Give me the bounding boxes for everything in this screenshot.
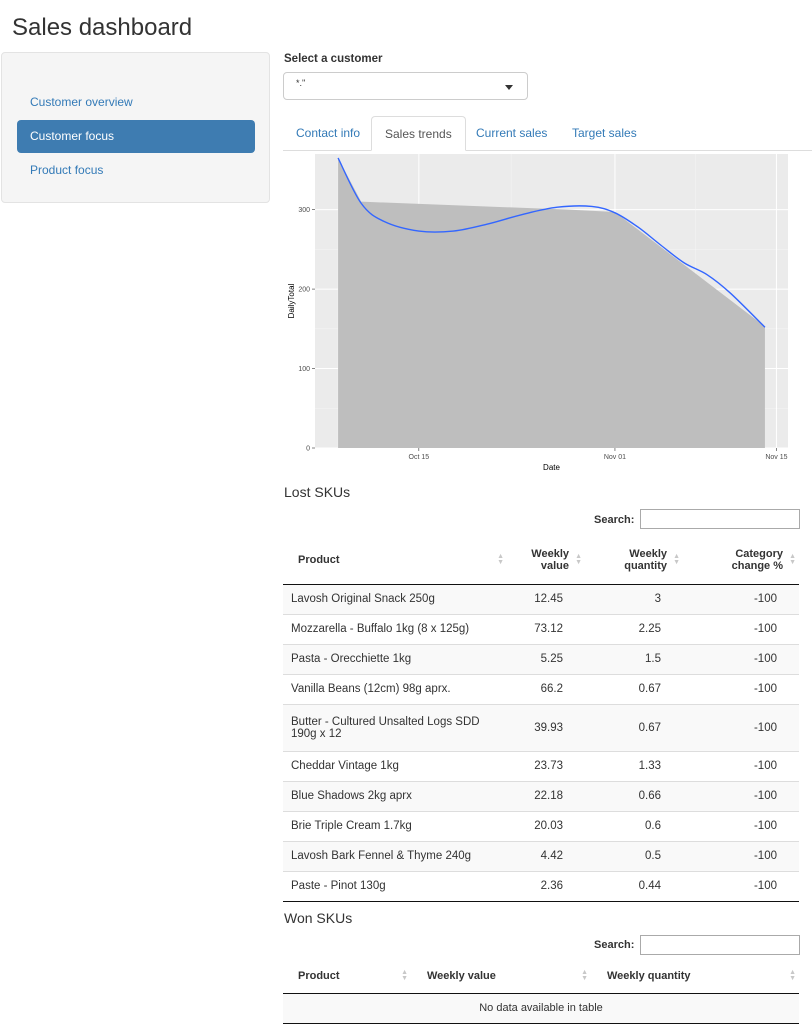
y-tick-label: 200 [298, 287, 310, 294]
tab-bar: Contact info Sales trends Current sales … [283, 116, 812, 151]
lost-skus-table: Product ▲ ▼ Weekly value ▲ ▼ Weekly quantity ▲ ▼… [283, 536, 799, 902]
weekly-value-cell: 73.12 [507, 613, 585, 644]
weekly-quantity-cell: 1.33 [585, 750, 683, 781]
product-cell: Pasta - Orecchiette 1kg [283, 643, 507, 674]
table-row[interactable]: Brie Triple Cream 1.7kg 20.03 0.6 -100 [283, 810, 799, 841]
sort-icon: ▲ ▼ [789, 968, 796, 982]
table-row[interactable]: Vanilla Beans (12cm) 98g aprx. 66.2 0.67 -1… [283, 673, 799, 704]
customer-select-label: Select a customer [284, 53, 383, 65]
weekly-value-cell: 39.93 [507, 703, 585, 751]
column-header-product[interactable]: Product ▲ ▼ [283, 536, 507, 585]
sidebar-item-customer-overview[interactable]: Customer overview [17, 86, 255, 119]
category-change-cell: -100 [683, 840, 799, 871]
weekly-quantity-cell: 0.67 [585, 703, 683, 751]
product-cell: Brie Triple Cream 1.7kg [283, 810, 507, 841]
table-row[interactable]: Lavosh Original Snack 250g 12.45 3 -100 [283, 583, 799, 614]
y-tick-label: 0 [306, 446, 310, 453]
x-axis-title: Date [543, 463, 560, 472]
table-row[interactable]: Butter - Cultured Unsalted Logs SDD 190g… [283, 703, 799, 751]
lost-skus-title: Lost SKUs [284, 484, 351, 500]
column-header-product[interactable]: Product ▲ ▼ [283, 959, 411, 994]
column-header-category-change[interactable]: Category change % ▲ ▼ [683, 536, 799, 585]
category-change-cell: -100 [683, 780, 799, 811]
category-change-cell: -100 [683, 870, 799, 902]
weekly-value-cell: 4.42 [507, 840, 585, 871]
lost-skus-search-label: Search: [594, 514, 635, 526]
category-change-cell: -100 [683, 810, 799, 841]
tab-contact-info[interactable]: Contact info [283, 116, 373, 150]
app-title: Sales dashboard [12, 14, 193, 41]
x-tick-label: Nov 01 [604, 454, 626, 461]
x-tick-label: Nov 15 [765, 454, 787, 461]
weekly-quantity-cell: 0.66 [585, 780, 683, 811]
y-axis-title: DailyTotal [287, 283, 296, 318]
weekly-quantity-cell: 3 [585, 583, 683, 614]
weekly-quantity-cell: 0.67 [585, 673, 683, 704]
sort-icon: ▲ ▼ [497, 552, 504, 566]
weekly-quantity-cell: 0.5 [585, 840, 683, 871]
category-change-cell: -100 [683, 673, 799, 704]
product-cell: Butter - Cultured Unsalted Logs SDD 190g… [283, 703, 507, 751]
tab-target-sales[interactable]: Target sales [559, 116, 650, 150]
category-change-cell: -100 [683, 703, 799, 751]
table-row[interactable]: Paste - Pinot 130g 2.36 0.44 -100 [283, 870, 799, 902]
weekly-quantity-cell: 0.6 [585, 810, 683, 841]
column-header-weekly-quantity[interactable]: Weekly quantity ▲ ▼ [585, 536, 683, 585]
customer-select[interactable]: *.'' [283, 72, 528, 100]
won-skus-search-input[interactable] [640, 935, 800, 955]
sales-trend-chart: 0 100 200 300 Oct 15 Nov 01 Nov 15 Date DailyTot… [287, 154, 788, 472]
won-skus-search-label: Search: [594, 939, 635, 951]
category-change-cell: -100 [683, 613, 799, 644]
table-row[interactable]: Blue Shadows 2kg aprx 22.18 0.66 -100 [283, 780, 799, 811]
product-cell: Mozzarella - Buffalo 1kg (8 x 125g) [283, 613, 507, 644]
sidebar-item-product-focus[interactable]: Product focus [17, 154, 255, 187]
x-tick-label: Oct 15 [409, 454, 430, 461]
sort-icon: ▲ ▼ [581, 968, 588, 982]
column-header-weekly-value[interactable]: Weekly value ▲ ▼ [411, 959, 591, 994]
table-row[interactable]: Mozzarella - Buffalo 1kg (8 x 125g) 73.12… [283, 613, 799, 644]
tab-sales-trends[interactable]: Sales trends [371, 116, 466, 151]
weekly-value-cell: 23.73 [507, 750, 585, 781]
tab-current-sales[interactable]: Current sales [463, 116, 560, 150]
sort-icon: ▲ ▼ [789, 552, 796, 566]
weekly-quantity-cell: 2.25 [585, 613, 683, 644]
column-header-weekly-quantity[interactable]: Weekly quantity ▲ ▼ [591, 959, 799, 994]
column-header-weekly-value[interactable]: Weekly value ▲ ▼ [507, 536, 585, 585]
product-cell: Blue Shadows 2kg aprx [283, 780, 507, 811]
y-tick-label: 100 [298, 366, 310, 373]
empty-table-message: No data available in table [283, 992, 799, 1024]
sidebar-item-customer-focus[interactable]: Customer focus [17, 120, 255, 153]
category-change-cell: -100 [683, 750, 799, 781]
won-skus-table: Product ▲ ▼ Weekly value ▲ ▼ Weekly quantity… [283, 959, 799, 1024]
product-cell: Vanilla Beans (12cm) 98g aprx. [283, 673, 507, 704]
dropdown-arrow-icon[interactable] [505, 85, 513, 90]
weekly-value-cell: 20.03 [507, 810, 585, 841]
won-skus-title: Won SKUs [284, 910, 353, 926]
weekly-value-cell: 66.2 [507, 673, 585, 704]
table-row[interactable]: Lavosh Bark Fennel & Thyme 240g 4.42 0.5 -1… [283, 840, 799, 871]
weekly-quantity-cell: 1.5 [585, 643, 683, 674]
product-cell: Cheddar Vintage 1kg [283, 750, 507, 781]
product-cell: Lavosh Original Snack 250g [283, 583, 507, 614]
lost-skus-search-input[interactable] [640, 509, 800, 529]
product-cell: Paste - Pinot 130g [283, 870, 507, 902]
sort-icon: ▲ ▼ [401, 968, 408, 982]
table-row[interactable]: Cheddar Vintage 1kg 23.73 1.33 -100 [283, 750, 799, 781]
customer-select-value: *.'' [296, 78, 306, 88]
weekly-value-cell: 12.45 [507, 583, 585, 614]
sort-icon: ▲ ▼ [575, 552, 582, 566]
weekly-value-cell: 22.18 [507, 780, 585, 811]
product-cell: Lavosh Bark Fennel & Thyme 240g [283, 840, 507, 871]
weekly-quantity-cell: 0.44 [585, 870, 683, 902]
sidebar-nav: Customer overview Customer focus Product… [1, 52, 270, 203]
sort-icon: ▲ ▼ [673, 552, 680, 566]
category-change-cell: -100 [683, 643, 799, 674]
table-row[interactable]: Pasta - Orecchiette 1kg 5.25 1.5 -100 [283, 643, 799, 674]
category-change-cell: -100 [683, 583, 799, 614]
weekly-value-cell: 2.36 [507, 870, 585, 902]
y-tick-label: 300 [298, 207, 310, 214]
weekly-value-cell: 5.25 [507, 643, 585, 674]
